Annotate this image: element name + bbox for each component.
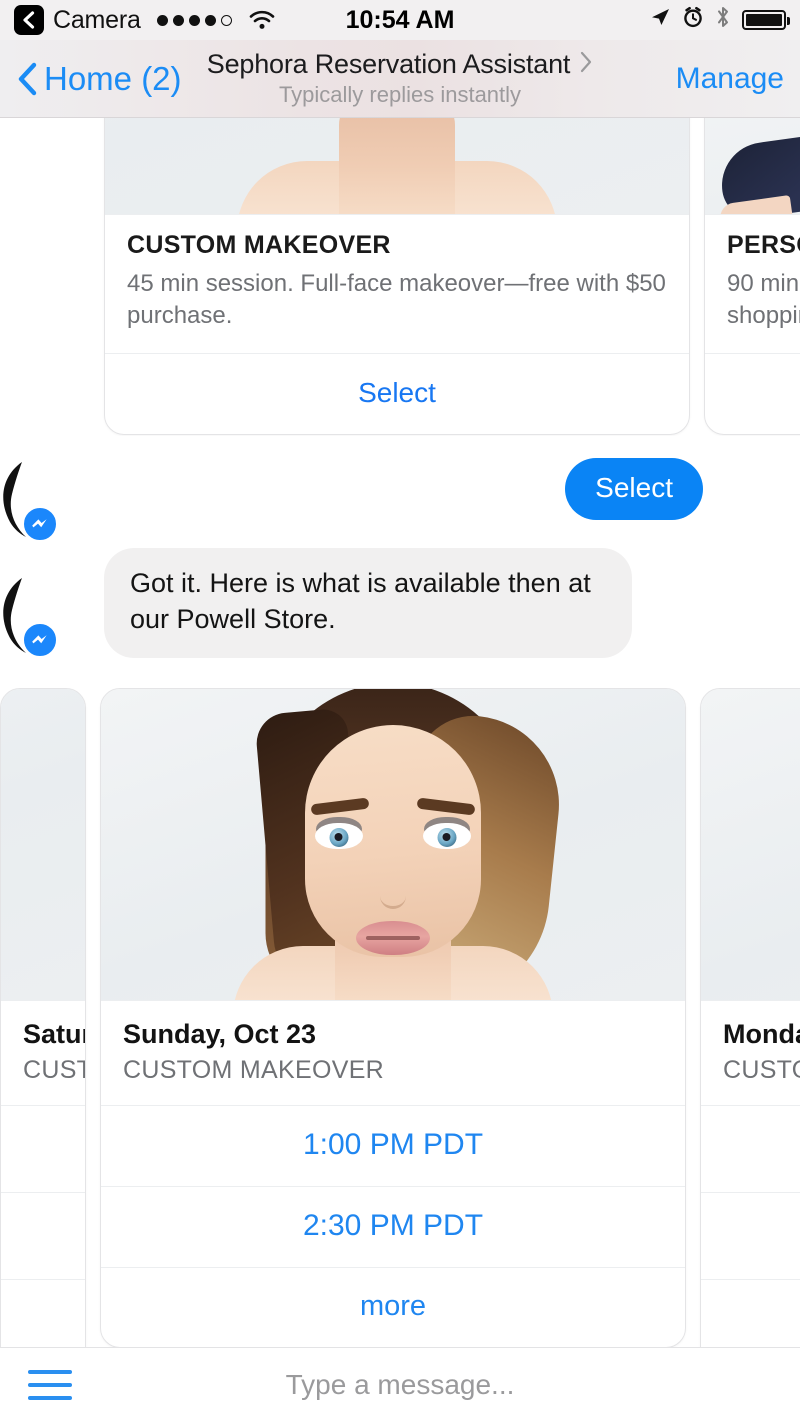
service-select-button[interactable]: Select xyxy=(105,352,689,434)
service-title: CUSTOM MAKEOVER xyxy=(127,231,391,259)
messenger-chat-screen: Camera 10:54 AM Home (2) Sephora Reserva… xyxy=(0,0,800,1422)
service-select-button[interactable]: Select xyxy=(705,352,800,434)
model-portrait-photo xyxy=(701,688,800,1001)
model-portrait-photo xyxy=(105,118,689,215)
message-thread[interactable]: CUSTOM MAKEOVER 45 min session. Full-fac… xyxy=(0,118,800,1347)
more-slots-button[interactable] xyxy=(701,1278,800,1347)
status-bar: Camera 10:54 AM xyxy=(0,0,800,40)
conversation-header[interactable]: Sephora Reservation Assistant Typically … xyxy=(140,49,660,108)
incoming-message-row: Got it. Here is what is available then a… xyxy=(0,520,800,658)
time-slot-button[interactable]: 1:00 PM PDT xyxy=(101,1104,685,1186)
service-card[interactable]: CUSTOM MAKEOVER 45 min session. Full-fac… xyxy=(104,118,690,435)
date-label: Monday, Oct 24 xyxy=(723,1018,800,1049)
messenger-badge-icon xyxy=(22,621,58,658)
date-card-body: Saturday, Oct 22 CUSTOM MAKEOVER xyxy=(1,1001,85,1105)
product-shoe-and-bottle-photo xyxy=(705,118,800,215)
alarm-clock-icon xyxy=(682,6,704,35)
battery-full-icon xyxy=(742,10,790,30)
chevron-right-icon xyxy=(579,51,593,78)
date-card-body: Sunday, Oct 23 CUSTOM MAKEOVER xyxy=(101,1001,685,1105)
date-service-label: CUSTOM MAKEOVER xyxy=(23,1055,85,1084)
back-to-home-button[interactable]: Home (2) xyxy=(16,60,182,98)
carrier-label: Camera xyxy=(53,5,141,34)
location-arrow-icon xyxy=(649,6,671,35)
service-description: 90 min session. One-on-one personalized … xyxy=(727,270,800,330)
date-service-label: CUSTOM MAKEOVER xyxy=(123,1055,385,1084)
date-card[interactable]: Monday, Oct 24 CUSTOM MAKEOVER xyxy=(700,687,800,1347)
conversation-subtitle: Typically replies instantly xyxy=(278,82,522,107)
wifi-icon xyxy=(249,10,275,30)
back-label: Home (2) xyxy=(44,59,182,97)
more-slots-button[interactable] xyxy=(1,1278,85,1347)
bot-avatar xyxy=(0,572,104,658)
service-card[interactable]: PERSONAL SHOPPER 90 min session. One-on-… xyxy=(704,118,800,435)
chevron-left-icon xyxy=(16,62,38,96)
date-label: Saturday, Oct 22 xyxy=(23,1018,85,1049)
service-card-carousel[interactable]: CUSTOM MAKEOVER 45 min session. Full-fac… xyxy=(0,118,800,436)
back-chevron-icon[interactable] xyxy=(14,5,44,35)
page-title: Sephora Reservation Assistant xyxy=(206,49,571,79)
time-slot-button[interactable] xyxy=(701,1191,800,1279)
date-card[interactable]: Sunday, Oct 23 CUSTOM MAKEOVER 1:00 PM P… xyxy=(100,687,686,1347)
message-composer: Type a message... xyxy=(0,1347,800,1422)
time-slot-button[interactable]: 2:30 PM PDT xyxy=(101,1185,685,1267)
signal-strength-icon xyxy=(156,14,232,26)
service-card-body: PERSONAL SHOPPER 90 min session. One-on-… xyxy=(705,215,800,353)
service-description: 45 min session. Full-face makeover—free … xyxy=(127,270,666,330)
model-portrait-photo xyxy=(1,688,85,1001)
more-slots-button[interactable]: more xyxy=(101,1266,685,1347)
status-bar-right xyxy=(649,5,790,36)
date-service-label: CUSTOM MAKEOVER xyxy=(723,1055,800,1084)
outgoing-message-row: Select xyxy=(0,436,800,520)
message-input[interactable]: Type a message... xyxy=(72,1369,728,1401)
date-card-body: Monday, Oct 24 CUSTOM MAKEOVER xyxy=(701,1001,800,1105)
service-title: PERSONAL SHOPPER xyxy=(727,231,800,259)
nav-header: Home (2) Sephora Reservation Assistant T… xyxy=(0,40,800,118)
bluetooth-icon xyxy=(715,5,731,36)
date-label: Sunday, Oct 23 xyxy=(123,1018,317,1049)
outgoing-message-bubble[interactable]: Select xyxy=(565,458,703,520)
model-portrait-photo xyxy=(101,688,685,1001)
date-card[interactable]: Saturday, Oct 22 CUSTOM MAKEOVER xyxy=(0,687,86,1347)
time-slot-button[interactable] xyxy=(1,1191,85,1279)
time-slot-button[interactable] xyxy=(701,1104,800,1192)
service-card-body: CUSTOM MAKEOVER 45 min session. Full-fac… xyxy=(105,215,689,353)
manage-button[interactable]: Manage xyxy=(676,62,784,96)
hamburger-menu-icon[interactable] xyxy=(28,1370,72,1400)
status-bar-left: Camera xyxy=(14,5,275,35)
date-slot-carousel[interactable]: Saturday, Oct 22 CUSTOM MAKEOVER xyxy=(0,687,800,1347)
time-slot-button[interactable] xyxy=(1,1104,85,1192)
incoming-message-bubble: Got it. Here is what is available then a… xyxy=(104,548,632,658)
